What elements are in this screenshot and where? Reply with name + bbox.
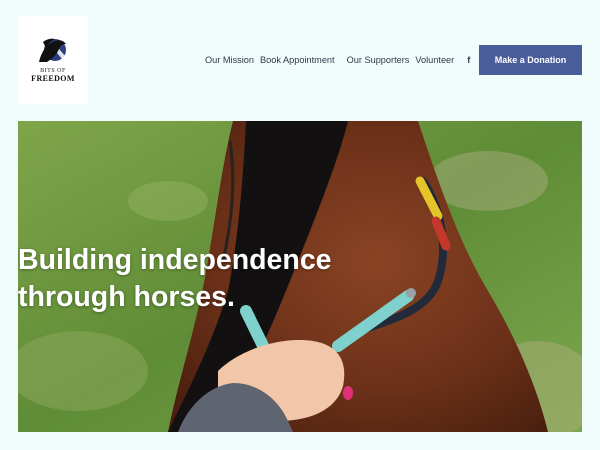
- horse-logo-icon: [39, 38, 67, 62]
- site-logo[interactable]: BITS OF FREEDOM: [18, 16, 88, 104]
- nav-volunteer[interactable]: Volunteer: [415, 55, 454, 65]
- hero-heading: Building independence through horses.: [18, 244, 332, 313]
- main-nav: Our Mission Book Appointment Our Support…: [205, 54, 470, 66]
- facebook-icon[interactable]: f: [467, 55, 470, 65]
- logo-text-bottom: FREEDOM: [31, 74, 75, 83]
- nav-book-appointment[interactable]: Book Appointment: [260, 55, 335, 65]
- nav-our-mission[interactable]: Our Mission: [205, 55, 254, 65]
- nav-our-supporters[interactable]: Our Supporters: [347, 55, 410, 65]
- make-donation-button[interactable]: Make a Donation: [479, 45, 582, 75]
